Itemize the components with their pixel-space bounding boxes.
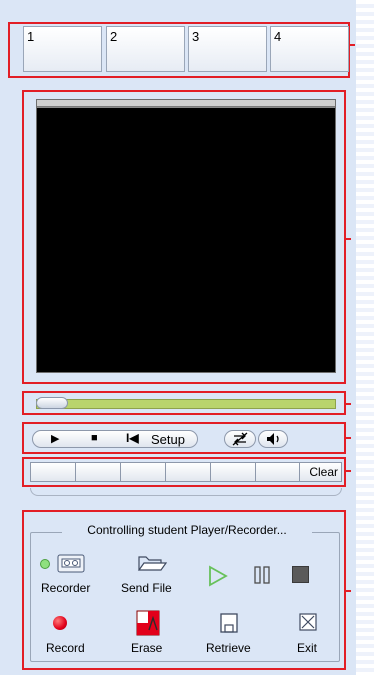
- highlight-tick: [349, 44, 355, 46]
- clear-button[interactable]: Clear: [309, 465, 338, 479]
- save-disk-icon[interactable]: [219, 612, 239, 634]
- segment-divider: [299, 463, 300, 481]
- setup-button[interactable]: Setup: [151, 432, 185, 447]
- channel-tab-2[interactable]: 2: [106, 26, 185, 72]
- channel-tab-4[interactable]: 4: [270, 26, 349, 72]
- loop-button[interactable]: [224, 430, 256, 448]
- play-icon[interactable]: ▶: [51, 432, 59, 445]
- video-top-bar: [37, 100, 335, 107]
- segment-divider: [255, 463, 256, 481]
- highlight-tick: [345, 437, 351, 439]
- segment-divider: [120, 463, 121, 481]
- cassette-icon[interactable]: [57, 552, 85, 574]
- stop-icon[interactable]: [292, 566, 309, 583]
- erase-button[interactable]: Erase: [131, 641, 162, 655]
- folder-icon[interactable]: [137, 552, 167, 574]
- segment-divider: [75, 463, 76, 481]
- channel-tab-label: 2: [110, 29, 118, 44]
- record-icon[interactable]: [53, 616, 67, 630]
- retrieve-button[interactable]: Retrieve: [206, 641, 251, 655]
- speaker-icon: [267, 433, 279, 445]
- segment-divider: [210, 463, 211, 481]
- recorder-status-led-icon: [40, 559, 50, 569]
- pause-icon[interactable]: [252, 565, 272, 585]
- channel-tab-label: 3: [192, 29, 200, 44]
- channel-tab-3[interactable]: 3: [188, 26, 267, 72]
- volume-button[interactable]: [258, 430, 288, 448]
- record-button[interactable]: Record: [46, 641, 85, 655]
- channel-tab-label: 1: [27, 29, 35, 44]
- exit-button[interactable]: Exit: [297, 641, 317, 655]
- segment-bar[interactable]: Clear: [30, 462, 342, 482]
- highlight-tick: [345, 470, 351, 472]
- highlight-tick: [345, 238, 351, 240]
- close-box-icon[interactable]: [299, 613, 317, 631]
- video-top-line: [37, 107, 335, 108]
- panel-title: Controlling student Player/Recorder...: [62, 523, 312, 537]
- erase-icon[interactable]: [136, 610, 160, 636]
- video-display: [36, 99, 336, 373]
- segment-divider: [165, 463, 166, 481]
- segment-subbar: [30, 488, 342, 496]
- channel-tab-1[interactable]: 1: [23, 26, 102, 72]
- right-edge-strip: [356, 0, 374, 675]
- send-file-button[interactable]: Send File: [121, 581, 172, 595]
- rewind-icon[interactable]: I◀: [126, 431, 139, 445]
- channel-tab-label: 4: [274, 29, 282, 44]
- transport-bar: ▶ ■ I◀ Setup: [32, 430, 198, 448]
- highlight-tick: [345, 590, 351, 592]
- loop-icon: [232, 432, 248, 446]
- play-icon[interactable]: [207, 565, 229, 587]
- highlight-tick: [345, 403, 351, 405]
- stop-icon[interactable]: ■: [91, 432, 98, 444]
- recorder-button[interactable]: Recorder: [41, 581, 90, 595]
- progress-slider-handle[interactable]: [36, 397, 68, 409]
- progress-track[interactable]: [36, 399, 336, 409]
